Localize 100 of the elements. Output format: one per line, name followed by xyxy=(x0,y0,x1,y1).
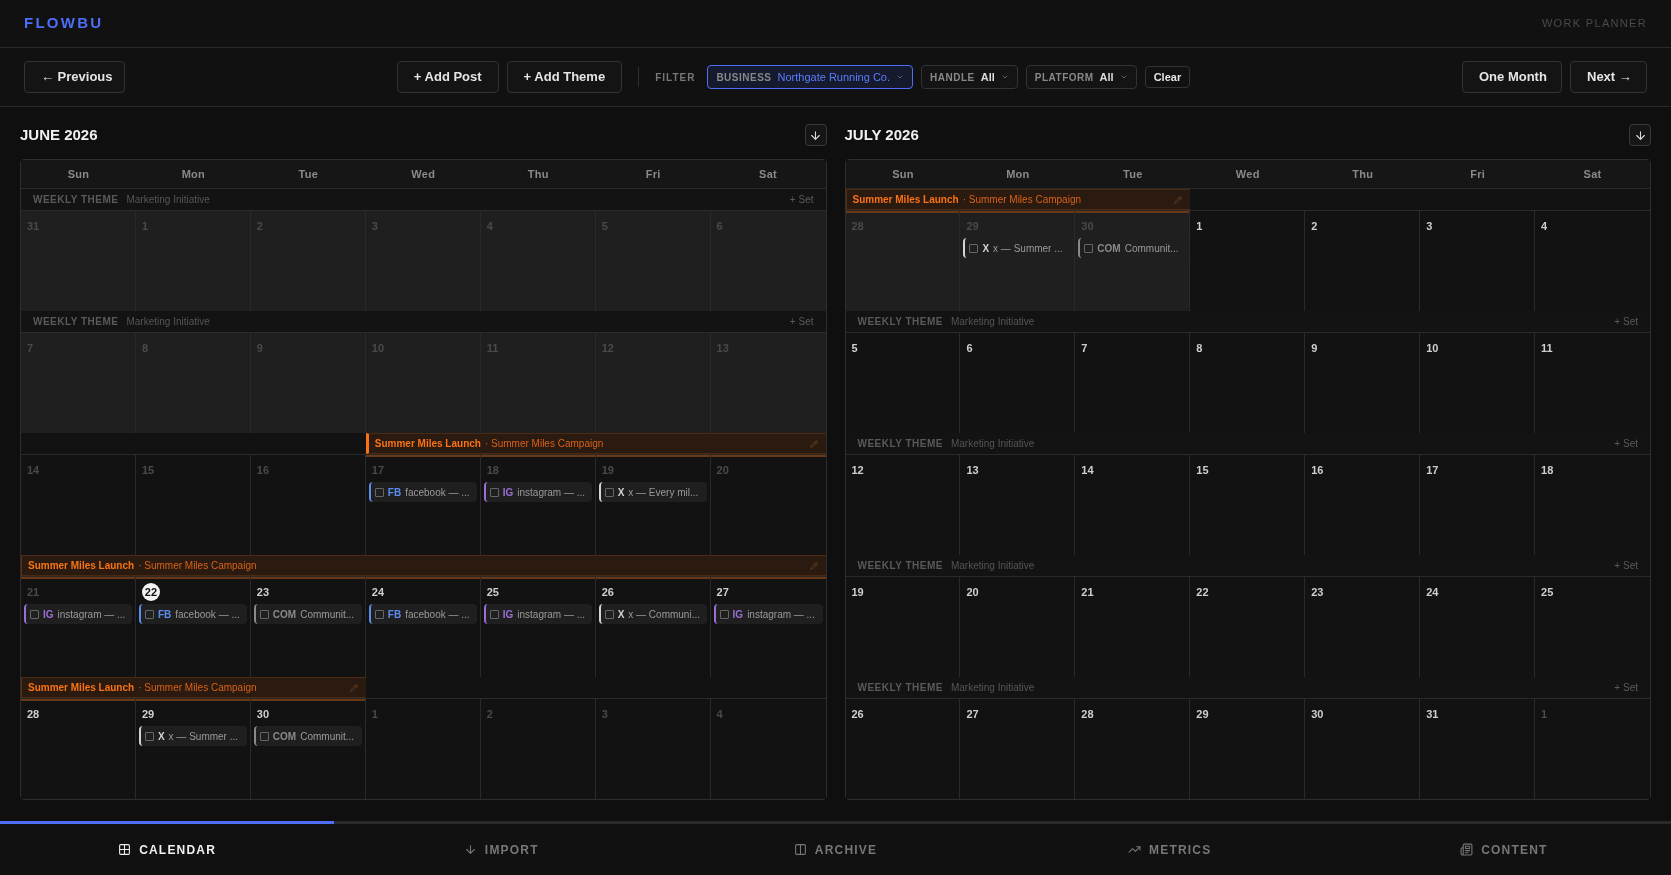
campaign-bar[interactable]: Summer Miles Launch · Summer Miles Campaign xyxy=(21,555,826,576)
weekly-theme-hint: Marketing Initiative xyxy=(950,559,1035,573)
filter-select[interactable]: BUSINESS Northgate Running Co. xyxy=(707,65,914,89)
nav-tab[interactable]: CALENDAR xyxy=(0,821,335,875)
post-checkbox[interactable] xyxy=(489,609,499,619)
post-chip[interactable]: X x — Every mil... xyxy=(598,482,707,502)
post-chip[interactable]: IG instagram — ... xyxy=(713,604,823,624)
today-date: 22 xyxy=(141,583,160,601)
next-button[interactable]: Next → xyxy=(1570,61,1647,93)
post-chip[interactable]: COM Communit... xyxy=(253,604,362,624)
caret-icon xyxy=(1000,73,1009,81)
day-number: 29 xyxy=(141,706,155,722)
day-number: 25 xyxy=(486,584,499,600)
day-cell[interactable]: 23 COM Communit... xyxy=(250,577,366,677)
post-chip[interactable]: IG instagram — ... xyxy=(483,604,592,624)
post-title: instagram — ... xyxy=(57,607,126,622)
day-cell[interactable]: 22 FB facebook — ... xyxy=(135,577,251,677)
platform-tag: X xyxy=(982,240,990,256)
campaign-title: Summer Miles Launch xyxy=(28,559,135,573)
day-number: 12 xyxy=(851,462,864,478)
platform-tag: COM xyxy=(272,728,297,744)
previous-button[interactable]: ← Previous xyxy=(24,61,125,93)
weekday-header: Thu xyxy=(527,166,549,182)
day-cell[interactable]: 30 COM Communit... xyxy=(250,699,366,799)
day-number: 21 xyxy=(1081,584,1094,600)
caret-icon xyxy=(1119,73,1128,81)
post-checkbox[interactable] xyxy=(489,487,499,497)
day-number: 24 xyxy=(371,584,385,600)
post-checkbox[interactable] xyxy=(374,487,384,497)
post-chip[interactable]: FB facebook — ... xyxy=(368,604,477,624)
post-checkbox[interactable] xyxy=(259,609,269,619)
day-number: 16 xyxy=(256,462,270,478)
weekday-header: Mon xyxy=(181,166,206,182)
day-cell[interactable]: 24 FB facebook — ... xyxy=(365,577,481,677)
day-cell[interactable]: 19 X x — Every mil... xyxy=(595,455,711,555)
post-checkbox[interactable] xyxy=(144,609,154,619)
range-button[interactable]: One Month xyxy=(1462,61,1562,93)
weekly-theme-hint: Marketing Initiative xyxy=(950,437,1035,451)
day-cell[interactable]: 26 X x — Communi... xyxy=(595,577,711,677)
day-cell[interactable]: 17 FB facebook — ... xyxy=(365,455,481,555)
post-checkbox[interactable] xyxy=(604,609,614,619)
day-number: 29 xyxy=(1196,706,1209,722)
post-chip[interactable]: FB facebook — ... xyxy=(138,604,247,624)
day-cell[interactable]: 25 IG instagram — ... xyxy=(480,577,596,677)
nav-tab[interactable]: ARCHIVE xyxy=(668,821,1003,875)
campaign-name: · Summer Miles Campaign xyxy=(484,437,604,451)
post-title: x — Summer ... xyxy=(993,241,1063,256)
day-number: 23 xyxy=(1311,584,1324,600)
post-chip[interactable]: X x — Summer ... xyxy=(138,726,247,746)
post-chip[interactable]: IG instagram — ... xyxy=(483,482,592,502)
nav-tab[interactable]: IMPORT xyxy=(334,821,669,875)
day-number: 19 xyxy=(601,462,614,478)
post-checkbox[interactable] xyxy=(259,731,269,741)
day-number: 3 xyxy=(1426,218,1433,234)
post-chip[interactable]: FB facebook — ... xyxy=(368,482,477,502)
download-button[interactable] xyxy=(1629,124,1651,146)
day-cell[interactable]: 21 IG instagram — ... xyxy=(21,577,136,677)
day-cell[interactable]: 29 X x — Summer ... xyxy=(135,699,251,799)
post-chip[interactable]: IG instagram — ... xyxy=(24,604,132,624)
month-title: JUNE 2026 xyxy=(20,124,98,145)
post-title: instagram — ... xyxy=(517,485,586,500)
nav-tab[interactable]: CONTENT xyxy=(1336,821,1671,875)
day-cell[interactable]: 18 IG instagram — ... xyxy=(480,455,596,555)
platform-tag: IG xyxy=(732,606,744,622)
day-number: 20 xyxy=(716,462,729,478)
campaign-bar[interactable]: Summer Miles Launch · Summer Miles Campaign xyxy=(845,189,1191,210)
caret-icon xyxy=(896,73,905,81)
weekday-header: Thu xyxy=(1352,166,1374,182)
filter-select[interactable]: PLATFORM All xyxy=(1025,65,1137,89)
campaign-bar[interactable]: Summer Miles Launch · Summer Miles Campaign xyxy=(21,677,366,698)
day-number: 1 xyxy=(1196,218,1203,234)
filter-select[interactable]: HANDLE All xyxy=(921,65,1018,89)
day-cell[interactable]: 26 xyxy=(845,699,961,799)
weekly-theme-hint: Marketing Initiative xyxy=(950,315,1035,329)
nav-icon xyxy=(118,843,132,856)
post-chip[interactable]: X x — Communi... xyxy=(598,604,707,624)
post-title: instagram — ... xyxy=(517,607,586,622)
weekly-theme-label: WEEKLY THEME xyxy=(33,193,119,207)
weekday-header: Wed xyxy=(411,166,436,182)
post-checkbox[interactable] xyxy=(374,609,384,619)
add-theme-button[interactable]: + Add Theme xyxy=(506,61,623,93)
app-logo[interactable]: FLOWBU xyxy=(24,12,104,35)
day-number: 22 xyxy=(1196,584,1209,600)
post-checkbox[interactable] xyxy=(1084,243,1094,253)
post-checkbox[interactable] xyxy=(969,243,979,253)
clear-button[interactable]: Clear xyxy=(1144,66,1191,88)
post-checkbox[interactable] xyxy=(144,731,154,741)
campaign-bar[interactable]: Summer Miles Launch · Summer Miles Campaign xyxy=(365,433,826,454)
post-checkbox[interactable] xyxy=(604,487,614,497)
post-checkbox[interactable] xyxy=(30,609,39,619)
download-button[interactable] xyxy=(804,124,827,146)
add-post-button[interactable]: + Add Post xyxy=(396,61,499,93)
day-cell[interactable]: 28 xyxy=(21,699,136,799)
post-chip[interactable]: COM Communit... xyxy=(253,726,362,746)
day-number: 13 xyxy=(966,462,979,478)
weekday-header: Sun xyxy=(892,166,914,182)
day-number: 15 xyxy=(141,462,155,478)
month-title: JULY 2026 xyxy=(844,124,919,145)
post-checkbox[interactable] xyxy=(719,609,729,619)
nav-tab[interactable]: METRICS xyxy=(1002,821,1337,875)
